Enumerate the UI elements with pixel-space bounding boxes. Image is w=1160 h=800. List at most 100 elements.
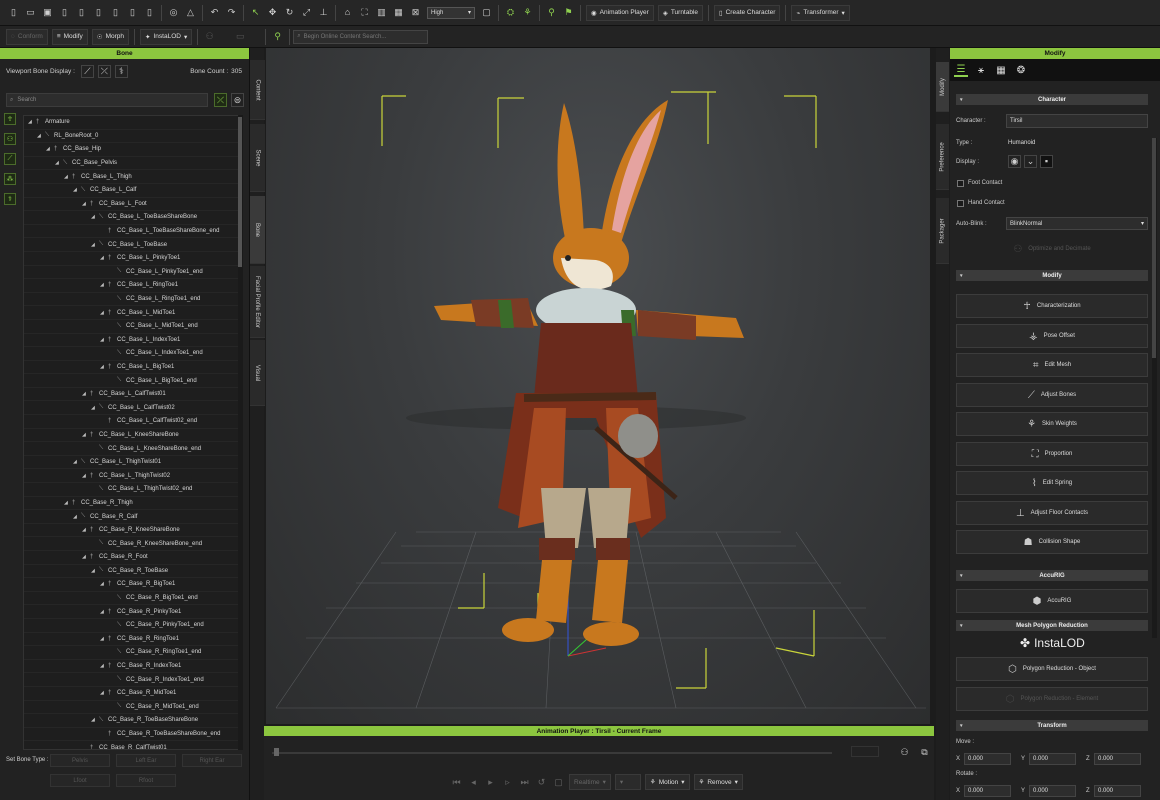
select-icon[interactable]: ↖ [249,6,262,19]
bone-tree[interactable]: ◢ † Armature ◢ ⟍ RL_BoneRoot_0 ◢ † CC_Base_Hip ◢ ⟍… [23,115,239,750]
bone-tree-row[interactable]: † CC_Base_L_CalfTwist02_end [24,415,238,429]
fit-icon[interactable]: ⛶ [358,6,371,19]
bone-tree-scrollbar[interactable] [238,115,243,750]
tab-content[interactable]: Content [250,60,265,120]
bone-type-rfoot-button[interactable]: Rfoot [116,774,176,787]
expand-triangle-icon[interactable]: ◢ [91,214,99,220]
settings-icon[interactable]: ◎ [167,6,180,19]
bone-tree-row[interactable]: ◢ ⟍ CC_Base_L_ToeBase [24,238,238,252]
expand-triangle-icon[interactable]: ◢ [100,282,108,288]
expand-triangle-icon[interactable]: ◢ [100,255,108,261]
bone-tree-row[interactable]: ◢ ⟍ CC_Base_L_Calf [24,184,238,198]
expand-triangle-icon[interactable]: ◢ [64,174,72,180]
rotate-z-field[interactable]: 0.000 [1094,785,1141,797]
accurig-section-header[interactable]: ▾ AccuRIG [956,570,1148,581]
bone-tree-row[interactable]: ⟍ CC_Base_L_ThighTwist02_end [24,483,238,497]
expand-triangle-icon[interactable]: ◢ [73,187,81,193]
character-section-header[interactable]: ▾ Character [956,94,1148,105]
edit-spring-button[interactable]: ⌇ Edit Spring [956,471,1148,495]
tab-visual[interactable]: Visual [250,340,265,406]
move-z-field[interactable]: 0.000 [1094,753,1141,765]
collision-shape-button[interactable]: ☗ Collision Shape [956,530,1148,554]
previous-frame-icon[interactable]: ◂ [467,776,480,789]
project-icon[interactable]: ▯ [75,6,88,19]
checker-icon[interactable]: ▦ [994,63,1008,77]
expand-triangle-icon[interactable]: ◢ [91,717,99,723]
rotate-y-field[interactable]: 0.000 [1029,785,1076,797]
expand-triangle-icon[interactable]: ◢ [82,432,90,438]
bone-tree-row[interactable]: ◢ ⟍ CC_Base_R_ToeBase [24,565,238,579]
accurig-button[interactable]: ⬢ AccuRIG [956,589,1148,613]
bone-tree-row[interactable]: ◢ ⟍ RL_BoneRoot_0 [24,130,238,144]
modify-button[interactable]: ≡ Modify [51,28,88,45]
bone-type-right-ear-button[interactable]: Right Ear [182,754,242,767]
expand-triangle-icon[interactable]: ◢ [100,364,108,370]
bone-search-input[interactable]: ⌕ Search [6,93,208,107]
pose-figure-icon[interactable]: ⚹ [974,63,988,77]
quality-select[interactable]: High ▾ [427,6,475,19]
screenshot-icon[interactable]: ▢ [480,6,493,19]
modify-section-header[interactable]: ▾ Modify [956,270,1148,281]
bone-display-mode-1-icon[interactable]: ⟋ [80,64,94,78]
import-icon[interactable]: ▯ [92,6,105,19]
pose-icon[interactable]: ⛭ [504,6,517,19]
bone-tree-row[interactable]: ◢ † CC_Base_R_Foot [24,551,238,565]
instalod-button[interactable]: ✦ InstaLOD ▾ [140,28,193,45]
detach-icon[interactable]: ⧉ [918,746,931,759]
bone-tree-row[interactable]: ◢ ⟍ CC_Base_L_CalfTwist02 [24,401,238,416]
display-eye-icon[interactable]: ◉ [1008,155,1021,168]
bone-tree-row[interactable]: ⟍ CC_Base_L_IndexToe1_end [24,347,238,361]
expand-triangle-icon[interactable]: ◢ [73,514,81,520]
bone-tree-row[interactable]: ◢ † CC_Base_L_BigToe1 [24,361,238,375]
bone-tool-link-icon[interactable]: ⚕ [4,193,16,205]
tab-preference[interactable]: Preference [936,124,949,190]
tab-modify[interactable]: Modify [936,62,949,112]
polygon-reduction-element-button[interactable]: ⬡ Polygon Reduction - Element [956,687,1148,711]
go-to-start-icon[interactable]: ⏮ [450,776,463,789]
bone-type-lfoot-button[interactable]: Lfoot [50,774,110,787]
expand-triangle-icon[interactable]: ◢ [100,581,108,587]
bone-tree-row[interactable]: ◢ † CC_Base_L_PinkyToe1 [24,252,238,266]
bone-tree-row[interactable]: ◢ † CC_Base_L_Thigh [24,170,238,184]
expand-triangle-icon[interactable]: ◢ [100,690,108,696]
bone-tree-row[interactable]: ◢ † Armature [24,116,238,130]
display-hide-icon[interactable]: ▪ [1040,155,1053,168]
bone-tree-row[interactable]: ◢ ⟍ CC_Base_R_Calf [24,510,238,524]
bone-tree-row[interactable]: ⟍ CC_Base_L_KneeShareBone_end [24,442,238,456]
bone-tree-row[interactable]: ◢ † CC_Base_R_RingToe1 [24,633,238,647]
transformer-button[interactable]: ⌁ Transformer ▾ [791,4,850,21]
tab-packager[interactable]: Packager [936,198,949,264]
disabled-tool-icon[interactable]: ▭ [220,30,260,43]
expand-triangle-icon[interactable]: ◢ [28,119,36,125]
tab-scene[interactable]: Scene [250,124,265,192]
bone-tree-row[interactable]: ◢ † CC_Base_L_CalfTwist01 [24,388,238,402]
expand-triangle-icon[interactable]: ◢ [100,609,108,615]
bone-tree-row[interactable]: † CC_Base_R_ToeBaseShareBone_end [24,728,238,742]
bone-tree-row[interactable]: ⟍ CC_Base_R_KneeShareBone_end [24,537,238,551]
character-link-icon[interactable]: ⚇ [898,746,911,759]
bone-type-pelvis-button[interactable]: Pelvis [50,754,110,767]
expand-triangle-icon[interactable]: ◢ [91,568,99,574]
character-tool-icon[interactable]: ⚇ [203,30,216,43]
character-name-field[interactable]: Tirsil [1006,114,1148,128]
move-y-field[interactable]: 0.000 [1029,753,1076,765]
speed-select[interactable]: ▾ [614,774,641,790]
sliders-icon[interactable]: ☰ [954,63,968,77]
mesh-polygon-reduction-header[interactable]: ▾ Mesh Polygon Reduction [956,620,1148,631]
loop-icon[interactable]: ↺ [535,776,548,789]
expand-triangle-icon[interactable]: ◢ [82,527,90,533]
undo-icon[interactable]: ↶ [208,6,221,19]
online-content-search[interactable]: ⌕ Begin Online Content Search... [293,29,429,44]
save-icon[interactable]: ▣ [41,6,54,19]
timeline-start-marker[interactable] [274,748,279,756]
scale-icon[interactable]: ⤢ [300,6,313,19]
auto-blink-select[interactable]: BlinkNormal ▾ [1006,217,1148,230]
bone-tree-row[interactable]: ◢ † CC_Base_L_MidToe1 [24,306,238,320]
adjust-bones-button[interactable]: ⟋ Adjust Bones [956,383,1148,407]
go-to-end-icon[interactable]: ⏭ [518,776,531,789]
bone-tree-row[interactable]: ◢ † CC_Base_R_KneeShareBone [24,524,238,538]
walk-icon[interactable]: ⚲ [545,6,558,19]
stop-icon[interactable]: ▢ [552,776,565,789]
frame-icon[interactable]: ▥ [375,6,388,19]
viewport-scene[interactable] [266,48,930,724]
